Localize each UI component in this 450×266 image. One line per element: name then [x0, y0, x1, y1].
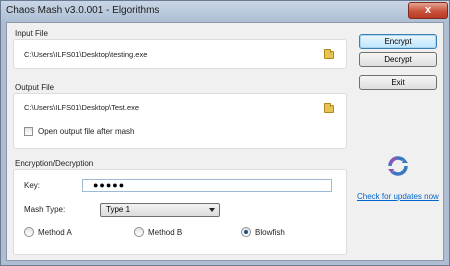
folder-icon[interactable] — [324, 49, 334, 59]
key-input[interactable]: ●●●●● — [82, 179, 332, 192]
mash-type-select[interactable]: Type 1 — [100, 203, 220, 217]
client-area: Input File C:\Users\ILFS01\Desktop\testi… — [6, 22, 444, 261]
output-file-group: C:\Users\ILFS01\Desktop\Test.exe Open ou… — [13, 93, 347, 149]
exit-button[interactable]: Exit — [359, 75, 437, 90]
folder-icon[interactable] — [324, 103, 334, 113]
decrypt-button[interactable]: Decrypt — [359, 52, 437, 67]
encrypt-button[interactable]: Encrypt — [359, 34, 437, 49]
output-file-label: Output File — [15, 83, 55, 92]
mash-type-value: Type 1 — [106, 205, 131, 214]
encryption-group: Key: ●●●●● Mash Type: Type 1 Method A Me… — [13, 169, 347, 255]
refresh-update-icon[interactable] — [387, 155, 409, 177]
output-file-path: C:\Users\ILFS01\Desktop\Test.exe — [24, 103, 140, 112]
close-icon: x — [424, 4, 432, 16]
mash-type-label: Mash Type: — [24, 205, 66, 214]
close-button[interactable]: x — [408, 2, 448, 19]
check-updates-link[interactable]: Check for updates now — [357, 192, 439, 201]
key-label: Key: — [24, 181, 41, 190]
blowfish-label: Blowfish — [255, 228, 285, 237]
app-window: Chaos Mash v3.0.001 - Elgorithms x Input… — [0, 0, 450, 266]
input-file-label: Input File — [15, 29, 48, 38]
open-after-mash-label: Open output file after mash — [38, 127, 135, 136]
title-bar: Chaos Mash v3.0.001 - Elgorithms x — [1, 1, 449, 21]
method-b-radio[interactable] — [134, 227, 144, 237]
input-file-path: C:\Users\ILFS01\Desktop\testing.exe — [24, 50, 148, 59]
method-b-label: Method B — [148, 228, 183, 237]
open-after-mash-checkbox[interactable] — [24, 127, 33, 136]
method-a-radio[interactable] — [24, 227, 34, 237]
window-title: Chaos Mash v3.0.001 - Elgorithms — [6, 5, 160, 16]
method-a-label: Method A — [38, 228, 72, 237]
blowfish-radio[interactable] — [241, 227, 251, 237]
input-file-group: C:\Users\ILFS01\Desktop\testing.exe — [13, 39, 347, 69]
encryption-label: Encryption/Decryption — [15, 159, 94, 168]
chevron-down-icon — [209, 208, 215, 212]
